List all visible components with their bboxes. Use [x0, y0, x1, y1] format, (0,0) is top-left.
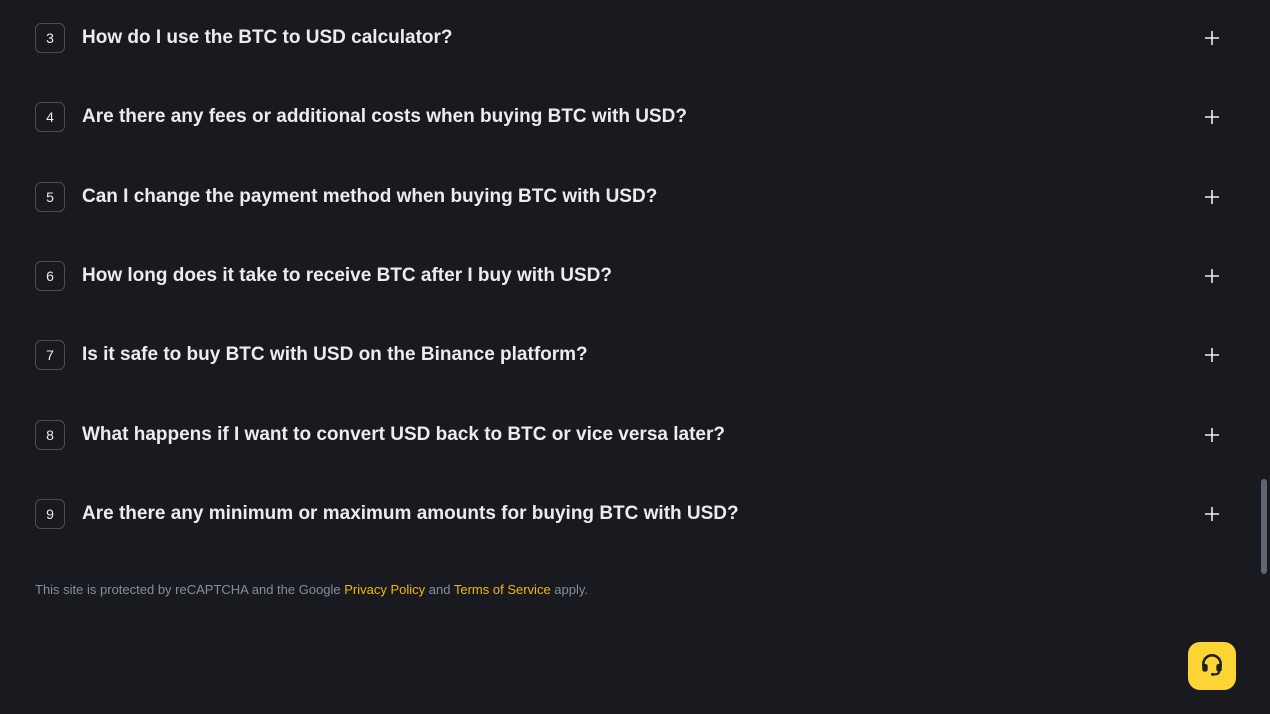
faq-question: How long does it take to receive BTC aft…: [82, 265, 612, 286]
faq-item[interactable]: 5 Can I change the payment method when b…: [35, 180, 1225, 214]
faq-item[interactable]: 8 What happens if I want to convert USD …: [35, 418, 1225, 452]
recaptcha-prefix: This site is protected by reCAPTCHA and …: [35, 582, 345, 597]
faq-page: 3 How do I use the BTC to USD calculator…: [0, 0, 1270, 714]
recaptcha-suffix: apply.: [550, 582, 589, 597]
faq-number: 7: [35, 340, 65, 370]
headset-icon: [1199, 651, 1225, 682]
plus-icon[interactable]: [1201, 265, 1223, 287]
privacy-policy-link[interactable]: Privacy Policy: [344, 582, 425, 597]
plus-icon[interactable]: [1201, 424, 1223, 446]
faq-item[interactable]: 7 Is it safe to buy BTC with USD on the …: [35, 338, 1225, 372]
faq-question: Are there any minimum or maximum amounts…: [82, 503, 739, 524]
recaptcha-notice: This site is protected by reCAPTCHA and …: [35, 582, 588, 597]
faq-item[interactable]: 3 How do I use the BTC to USD calculator…: [35, 21, 1225, 55]
faq-item[interactable]: 9 Are there any minimum or maximum amoun…: [35, 497, 1225, 531]
plus-icon[interactable]: [1201, 27, 1223, 49]
faq-number: 6: [35, 261, 65, 291]
faq-question: What happens if I want to convert USD ba…: [82, 424, 725, 445]
faq-question: Can I change the payment method when buy…: [82, 186, 658, 207]
faq-number: 9: [35, 499, 65, 529]
faq-question: Are there any fees or additional costs w…: [82, 106, 687, 127]
plus-icon[interactable]: [1201, 186, 1223, 208]
faq-number: 8: [35, 420, 65, 450]
faq-item[interactable]: 6 How long does it take to receive BTC a…: [35, 259, 1225, 293]
recaptcha-and: and: [425, 582, 454, 597]
support-chat-button[interactable]: [1188, 642, 1236, 690]
plus-icon[interactable]: [1201, 503, 1223, 525]
terms-of-service-link[interactable]: Terms of Service: [454, 582, 551, 597]
scrollbar-thumb[interactable]: [1261, 479, 1267, 574]
faq-question: Is it safe to buy BTC with USD on the Bi…: [82, 344, 588, 365]
plus-icon[interactable]: [1201, 106, 1223, 128]
scrollbar[interactable]: [1258, 0, 1270, 714]
faq-question: How do I use the BTC to USD calculator?: [82, 27, 453, 48]
faq-number: 3: [35, 23, 65, 53]
plus-icon[interactable]: [1201, 344, 1223, 366]
faq-number: 5: [35, 182, 65, 212]
faq-item[interactable]: 4 Are there any fees or additional costs…: [35, 100, 1225, 134]
faq-number: 4: [35, 102, 65, 132]
